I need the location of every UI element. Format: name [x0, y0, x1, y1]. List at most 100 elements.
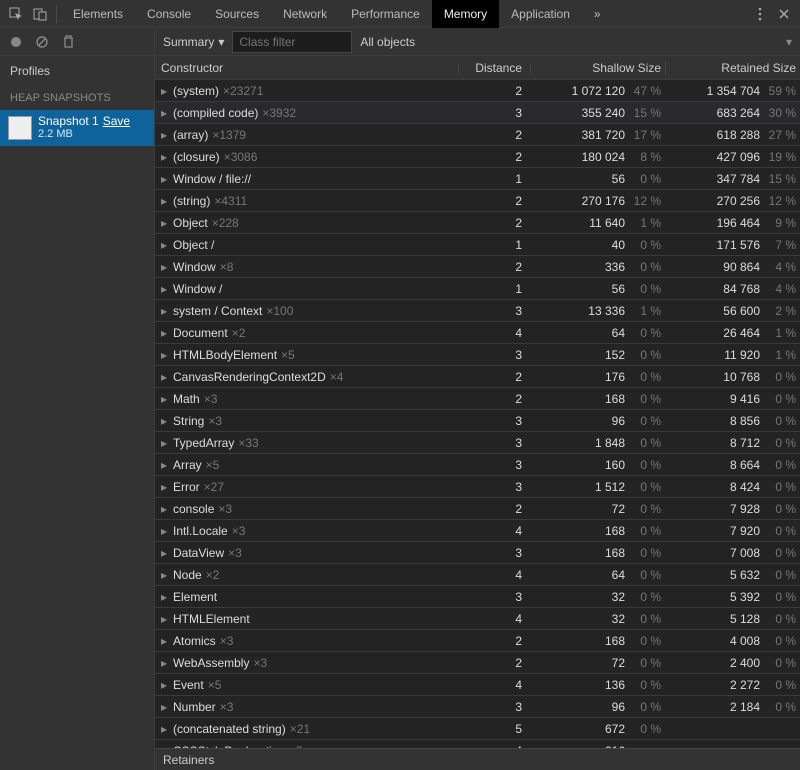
- col-shallow[interactable]: Shallow Size: [530, 61, 665, 75]
- table-row[interactable]: Event×541360 %2 2720 %: [155, 674, 800, 696]
- shallow-pct: 17 %: [631, 128, 661, 142]
- shallow-size: 13 336: [588, 304, 625, 318]
- col-constructor[interactable]: Constructor: [155, 61, 458, 75]
- col-distance[interactable]: Distance: [458, 61, 530, 75]
- table-row[interactable]: CanvasRenderingContext2D×421760 %10 7680…: [155, 366, 800, 388]
- expand-triangle-icon[interactable]: [161, 502, 171, 516]
- delete-icon[interactable]: [56, 30, 80, 54]
- expand-triangle-icon[interactable]: [161, 150, 171, 164]
- snapshot-item[interactable]: Snapshot 1 Save 2.2 MB: [0, 110, 154, 146]
- expand-triangle-icon[interactable]: [161, 216, 171, 230]
- table-row[interactable]: Array×531600 %8 6640 %: [155, 454, 800, 476]
- table-row[interactable]: CSSStyleDeclaration×54216: [155, 740, 800, 748]
- table-row[interactable]: system / Context×100313 3361 %56 6002 %: [155, 300, 800, 322]
- table-row[interactable]: Window /1560 %84 7684 %: [155, 278, 800, 300]
- record-icon[interactable]: [4, 30, 28, 54]
- shallow-pct: 0 %: [631, 700, 661, 714]
- table-row[interactable]: HTMLBodyElement×531520 %11 9201 %: [155, 344, 800, 366]
- expand-triangle-icon[interactable]: [161, 172, 171, 186]
- expand-triangle-icon[interactable]: [161, 194, 171, 208]
- snapshot-save-link[interactable]: Save: [103, 114, 130, 128]
- table-row[interactable]: Node×24640 %5 6320 %: [155, 564, 800, 586]
- class-filter-input[interactable]: [232, 31, 352, 53]
- table-row[interactable]: Window / file://1560 %347 78415 %: [155, 168, 800, 190]
- expand-triangle-icon[interactable]: [161, 106, 171, 120]
- table-row[interactable]: Document×24640 %26 4641 %: [155, 322, 800, 344]
- table-row[interactable]: Window×823360 %90 8644 %: [155, 256, 800, 278]
- expand-triangle-icon[interactable]: [161, 678, 171, 692]
- table-row[interactable]: Atomics×321680 %4 0080 %: [155, 630, 800, 652]
- expand-triangle-icon[interactable]: [161, 700, 171, 714]
- table-row[interactable]: Object×228211 6401 %196 4649 %: [155, 212, 800, 234]
- tab-sources[interactable]: Sources: [203, 0, 271, 28]
- close-icon[interactable]: [772, 2, 796, 26]
- table-row[interactable]: Object /1400 %171 5767 %: [155, 234, 800, 256]
- tab-performance[interactable]: Performance: [339, 0, 432, 28]
- expand-triangle-icon[interactable]: [161, 238, 171, 252]
- expand-triangle-icon[interactable]: [161, 546, 171, 560]
- distance-value: 2: [458, 502, 530, 516]
- expand-triangle-icon[interactable]: [161, 722, 171, 736]
- expand-triangle-icon[interactable]: [161, 348, 171, 362]
- table-row[interactable]: HTMLElement4320 %5 1280 %: [155, 608, 800, 630]
- clear-icon[interactable]: [30, 30, 54, 54]
- table-row[interactable]: (array)×13792381 72017 %618 28827 %: [155, 124, 800, 146]
- expand-triangle-icon[interactable]: [161, 634, 171, 648]
- tabs-overflow[interactable]: »: [582, 0, 613, 28]
- expand-triangle-icon[interactable]: [161, 392, 171, 406]
- col-retained[interactable]: Retained Size: [665, 61, 800, 75]
- objects-dropdown[interactable]: All objects: [360, 35, 415, 49]
- table-row[interactable]: Number×33960 %2 1840 %: [155, 696, 800, 718]
- table-row[interactable]: WebAssembly×32720 %2 4000 %: [155, 652, 800, 674]
- table-row[interactable]: Intl.Locale×341680 %7 9200 %: [155, 520, 800, 542]
- table-row[interactable]: console×32720 %7 9280 %: [155, 498, 800, 520]
- table-row[interactable]: DataView×331680 %7 0080 %: [155, 542, 800, 564]
- constructor-name: Window / file://: [173, 172, 251, 186]
- inspect-icon[interactable]: [4, 2, 28, 26]
- expand-triangle-icon[interactable]: [161, 458, 171, 472]
- expand-triangle-icon[interactable]: [161, 260, 171, 274]
- table-row[interactable]: Error×2731 5120 %8 4240 %: [155, 476, 800, 498]
- expand-triangle-icon[interactable]: [161, 568, 171, 582]
- expand-triangle-icon[interactable]: [161, 326, 171, 340]
- retained-pct: 0 %: [766, 656, 796, 670]
- expand-triangle-icon[interactable]: [161, 128, 171, 142]
- table-row[interactable]: (closure)×30862180 0248 %427 09619 %: [155, 146, 800, 168]
- table-row[interactable]: Math×321680 %9 4160 %: [155, 388, 800, 410]
- table-row[interactable]: String×33960 %8 8560 %: [155, 410, 800, 432]
- tab-memory[interactable]: Memory: [432, 0, 499, 28]
- table-row[interactable]: (compiled code)×39323355 24015 %683 2643…: [155, 102, 800, 124]
- tab-network[interactable]: Network: [271, 0, 339, 28]
- expand-triangle-icon[interactable]: [161, 304, 171, 318]
- table-row[interactable]: (system)×2327121 072 12047 %1 354 70459 …: [155, 80, 800, 102]
- table-row[interactable]: TypedArray×3331 8480 %8 7120 %: [155, 432, 800, 454]
- table-row[interactable]: Element3320 %5 3920 %: [155, 586, 800, 608]
- expand-triangle-icon[interactable]: [161, 414, 171, 428]
- table-row[interactable]: (concatenated string)×2156720 %: [155, 718, 800, 740]
- summary-dropdown[interactable]: Summary: [163, 35, 224, 49]
- expand-triangle-icon[interactable]: [161, 590, 171, 604]
- kebab-menu-icon[interactable]: [748, 2, 772, 26]
- shallow-pct: 47 %: [631, 84, 661, 98]
- tab-application[interactable]: Application: [499, 0, 582, 28]
- retainers-panel-header[interactable]: Retainers: [155, 748, 800, 770]
- expand-triangle-icon[interactable]: [161, 612, 171, 626]
- expand-triangle-icon[interactable]: [161, 480, 171, 494]
- device-toggle-icon[interactable]: [28, 2, 52, 26]
- instance-count: ×228: [212, 216, 239, 230]
- retained-size: 7 920: [730, 524, 760, 538]
- expand-triangle-icon[interactable]: [161, 282, 171, 296]
- retained-pct: 0 %: [766, 436, 796, 450]
- expand-triangle-icon[interactable]: [161, 524, 171, 538]
- tab-elements[interactable]: Elements: [61, 0, 135, 28]
- tab-console[interactable]: Console: [135, 0, 203, 28]
- retained-size: 8 424: [730, 480, 760, 494]
- chevron-down-icon[interactable]: [786, 35, 792, 49]
- shallow-pct: 0 %: [631, 678, 661, 692]
- expand-triangle-icon[interactable]: [161, 436, 171, 450]
- constructor-name: Window /: [173, 282, 222, 296]
- expand-triangle-icon[interactable]: [161, 370, 171, 384]
- table-row[interactable]: (string)×43112270 17612 %270 25612 %: [155, 190, 800, 212]
- expand-triangle-icon[interactable]: [161, 656, 171, 670]
- expand-triangle-icon[interactable]: [161, 84, 171, 98]
